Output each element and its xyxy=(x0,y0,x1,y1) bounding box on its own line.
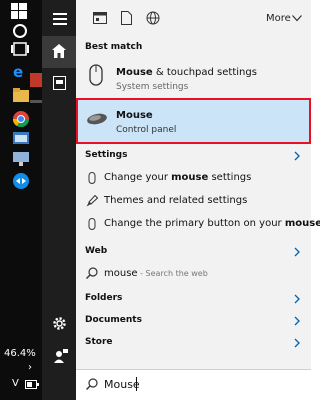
battery-icon[interactable] xyxy=(25,380,39,390)
language-indicator[interactable]: V xyxy=(12,378,19,389)
app-window-icon[interactable] xyxy=(13,131,29,145)
folders-section-header[interactable]: Folders xyxy=(85,293,122,303)
windows-start-icon[interactable] xyxy=(11,3,27,19)
chevron-right-icon[interactable] xyxy=(292,151,302,161)
chevron-right-icon[interactable] xyxy=(292,316,302,326)
mouse-control-panel-icon xyxy=(87,113,107,125)
settings-section-header[interactable]: Settings xyxy=(85,150,127,160)
notebook-icon[interactable] xyxy=(53,76,66,90)
settings-row-text: Change your xyxy=(104,172,172,183)
more-filter-button[interactable]: More xyxy=(266,13,291,24)
task-view-icon[interactable] xyxy=(11,42,29,56)
edge-icon[interactable]: e xyxy=(13,64,29,80)
chevron-down-icon[interactable] xyxy=(292,15,302,22)
hamburger-menu-icon[interactable] xyxy=(53,13,67,25)
result-title: & touchpad settings xyxy=(152,67,257,78)
result-mouse-touchpad-settings[interactable] xyxy=(77,60,310,96)
search-icon xyxy=(86,267,98,279)
search-input[interactable]: Mouse xyxy=(104,378,140,391)
web-filter-globe-icon[interactable] xyxy=(146,11,160,25)
chrome-icon[interactable] xyxy=(13,111,29,127)
web-hint-text: - Search the web xyxy=(137,269,208,278)
settings-row-text: Themes and related settings xyxy=(104,195,248,206)
cortana-circle-icon[interactable] xyxy=(12,23,28,39)
app-tile-icon[interactable] xyxy=(30,73,42,87)
file-explorer-icon[interactable] xyxy=(13,88,29,102)
result-title: Mouse xyxy=(116,110,153,121)
mouse-settings-icon xyxy=(89,64,103,86)
store-section-header[interactable]: Store xyxy=(85,337,113,347)
home-icon xyxy=(52,44,66,58)
settings-row-text: settings xyxy=(208,172,252,183)
mouse-outline-icon xyxy=(88,172,96,184)
chevron-right-icon[interactable] xyxy=(292,294,302,304)
mouse-outline-icon xyxy=(88,218,96,230)
settings-row-text: Change the primary button on your xyxy=(104,218,285,229)
chevron-right-icon[interactable]: › xyxy=(28,362,32,373)
result-mouse-control-panel[interactable] xyxy=(76,98,311,144)
best-match-header: Best match xyxy=(85,42,143,52)
search-icon xyxy=(86,378,98,390)
teamviewer-icon[interactable] xyxy=(13,173,29,189)
paintbrush-icon xyxy=(86,195,98,207)
text-cursor xyxy=(136,377,137,391)
chevron-right-icon[interactable] xyxy=(292,338,302,348)
documents-filter-icon[interactable] xyxy=(121,11,132,25)
result-subtitle: System settings xyxy=(116,82,189,92)
result-subtitle: Control panel xyxy=(116,125,177,135)
settings-row-bold: mouse xyxy=(284,218,320,229)
result-title-bold: Mouse xyxy=(116,67,153,78)
battery-percent: 46.4% xyxy=(4,348,36,359)
settings-gear-icon[interactable] xyxy=(52,316,67,331)
apps-filter-icon[interactable] xyxy=(93,12,107,24)
chevron-right-icon[interactable] xyxy=(292,247,302,257)
documents-section-header[interactable]: Documents xyxy=(85,315,142,325)
monitor-app-icon[interactable] xyxy=(13,152,29,166)
feedback-person-icon[interactable] xyxy=(53,349,68,363)
taskbar xyxy=(0,0,42,400)
settings-row-bold: mouse xyxy=(171,172,209,183)
running-indicator xyxy=(30,100,42,103)
web-section-header[interactable]: Web xyxy=(85,246,107,256)
web-query-text: mouse xyxy=(104,268,138,279)
